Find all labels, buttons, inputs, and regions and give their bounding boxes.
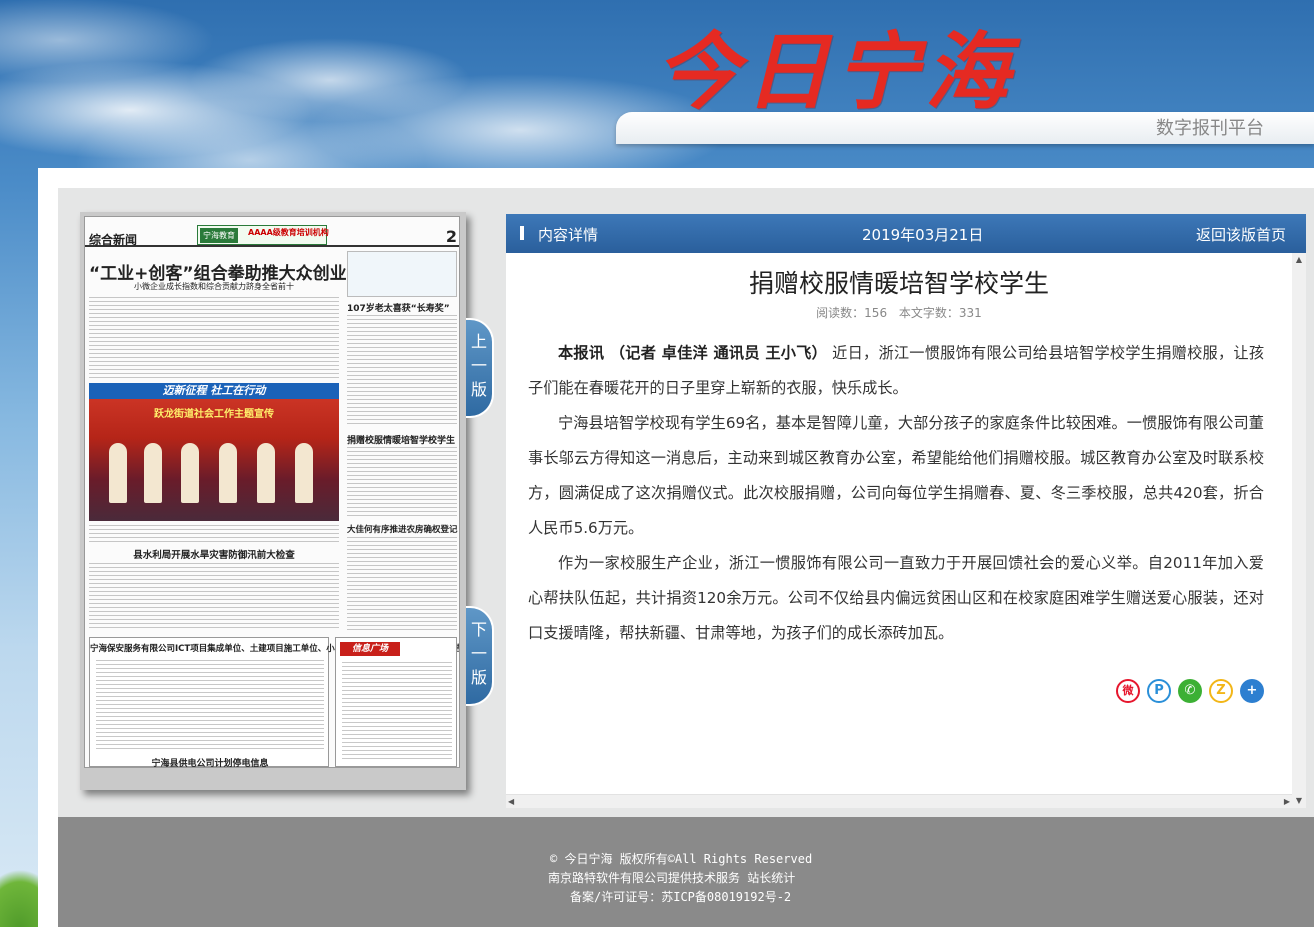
prev-page-tab[interactable]: 上一版 — [466, 318, 494, 418]
paper-text-block — [89, 297, 339, 379]
paper-headline-2[interactable]: 县水利局开展水旱灾害防御汛前大检查 — [89, 547, 339, 561]
next-page-tab[interactable]: 下一版 — [466, 606, 494, 706]
photo-figure — [219, 443, 237, 503]
article-paragraph: 本报讯 （记者 卓佳洋 通讯员 王小飞） 近日，浙江一惯服饰有限公司给县培智学校… — [528, 336, 1264, 406]
article-meta: 阅读数：156 本文字数：331 — [506, 304, 1292, 321]
photo-figure — [257, 443, 275, 503]
paper-text-block — [347, 537, 457, 631]
scroll-right-icon[interactable]: ▶ — [1284, 795, 1290, 809]
paper-photo[interactable]: 迈新征程 社工在行动 跃龙街道社会工作主题宣传 — [89, 383, 339, 521]
footer-tech-link[interactable]: 南京路特软件有限公司提供技术服务 站长统计 — [58, 869, 1314, 888]
article-panel: 内容详情 2019年03月21日 返回该版首页 捐赠校服情暖培智学校学生 阅读数… — [506, 214, 1306, 808]
scroll-left-icon[interactable]: ◀ — [508, 795, 514, 809]
paper-weather-box — [347, 251, 457, 297]
more-share-icon[interactable]: + — [1240, 679, 1264, 703]
read-count: 阅读数：156 — [816, 306, 888, 320]
photo-figure — [144, 443, 162, 503]
paper-side-headline-2[interactable]: 捐赠校服情暖培智学校学生 — [347, 433, 457, 446]
paper-text-block — [96, 660, 324, 750]
footer-text: © 今日宁海 版权所有©All Rights Reserved 南京路特软件有限… — [58, 850, 1314, 907]
paper-text-block — [342, 662, 452, 762]
back-to-page-link[interactable]: 返回该版首页 — [1196, 224, 1286, 245]
site-logo[interactable]: 今日宁海 — [655, 30, 1015, 114]
qq-share-icon[interactable]: Z — [1209, 679, 1233, 703]
paper-text-block — [347, 447, 457, 517]
paper-side-headline-3[interactable]: 大佳何有序推进农房确权登记 — [347, 523, 458, 535]
paper-ad-block-title: 宁海保安服务有限公司ICT项目集成单位、土建项目施工单位、小型项目施工单位入围项… — [90, 644, 460, 654]
newspaper-page-image[interactable]: 综合新闻 宁海教育 AAAA级教育培训机构 2 “工业+创客”组合拳助推大众创业… — [84, 216, 460, 768]
paper-photo-caption: 跃龙街道社会工作主题宣传 — [154, 409, 274, 420]
paper-ad-block[interactable]: 宁海保安服务有限公司ICT项目集成单位、土建项目施工单位、小型项目施工单位入围项… — [89, 637, 460, 768]
paper-section: 综合新闻 — [89, 233, 138, 247]
photo-figure — [295, 443, 313, 503]
content-header-bar: 内容详情 2019年03月21日 返回该版首页 — [506, 214, 1306, 253]
paper-header-ad: 宁海教育 AAAA级教育培训机构 — [197, 225, 329, 245]
qzone-share-icon[interactable]: P — [1147, 679, 1171, 703]
bar-marker-icon — [520, 226, 524, 240]
paper-ad-logo: 宁海教育 — [200, 228, 238, 243]
paper-text-block — [89, 563, 339, 631]
paper-text-block — [347, 315, 457, 425]
scroll-up-icon[interactable]: ▲ — [1292, 253, 1306, 267]
paper-header: 综合新闻 宁海教育 AAAA级教育培训机构 2 — [85, 217, 459, 247]
vertical-scrollbar[interactable] — [1292, 253, 1306, 808]
article-body: 本报讯 （记者 卓佳洋 通讯员 王小飞） 近日，浙江一惯服饰有限公司给县培智学校… — [528, 336, 1264, 651]
paper-info-square[interactable]: 信息广场 — [335, 637, 457, 767]
horizontal-scrollbar[interactable]: ◀ ▶ — [506, 794, 1292, 808]
article-paragraph-3: 作为一家校服生产企业，浙江一惯服饰有限公司一直致力于开展回馈社会的爱心义举。自2… — [528, 554, 1264, 642]
paper-text-block — [89, 525, 339, 543]
scroll-down-icon[interactable]: ▼ — [1292, 794, 1306, 808]
paper-photo-banner: 迈新征程 社工在行动 — [89, 383, 339, 399]
paper-bottom-title: 宁海县供电公司计划停电信息 — [151, 759, 269, 768]
content-header-title: 内容详情 — [538, 226, 599, 244]
word-count: 本文字数：331 — [898, 306, 982, 320]
issue-date: 2019年03月21日 — [862, 226, 984, 244]
paper-info-band: 信息广场 — [340, 642, 400, 656]
site-subtitle: 数字报刊平台 — [1156, 118, 1264, 139]
article-paragraph-2: 宁海县培智学校现有学生69名，基本是智障儿童，大部分孩子的家庭条件比较困难。一惯… — [528, 414, 1264, 537]
paper-side-headline-1[interactable]: 107岁老太喜获“长寿奖” — [347, 301, 457, 314]
article-title: 捐赠校服情暖培智学校学生 — [748, 269, 1049, 298]
weibo-share-icon[interactable]: 微 — [1116, 679, 1140, 703]
paper-subheadline: 小微企业成长指数和综合贡献力跻身全省前十 — [134, 282, 294, 291]
photo-figure — [109, 443, 127, 503]
article-lead: 本报讯 （记者 卓佳洋 通讯员 王小飞） — [558, 344, 828, 362]
wechat-share-icon[interactable]: ✆ — [1178, 679, 1202, 703]
photo-figure — [181, 443, 199, 503]
footer-icp[interactable]: 备案/许可证号：苏ICP备08019192号-2 — [58, 888, 1314, 907]
paper-ad-text: AAAA级教育培训机构 — [248, 228, 329, 237]
footer-copyright: © 今日宁海 版权所有©All Rights Reserved — [550, 852, 813, 866]
paper-page-number: 2 — [445, 227, 457, 246]
